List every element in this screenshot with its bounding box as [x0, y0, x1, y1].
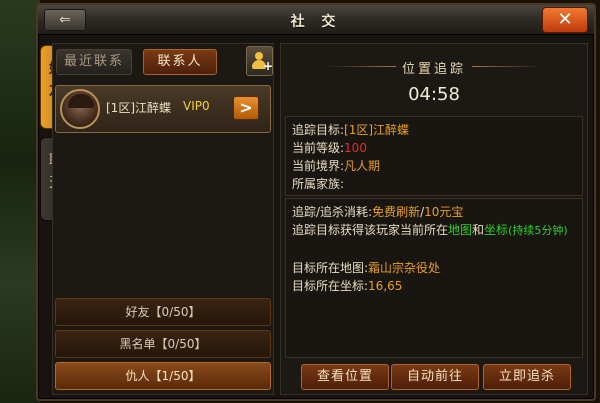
person-icon — [255, 52, 263, 60]
header-divider-left — [326, 66, 396, 67]
view-location-button[interactable]: 查看位置 — [301, 364, 389, 390]
close-button[interactable]: ✕ — [542, 7, 588, 33]
target-value: [1区]江醉蝶 — [344, 123, 410, 137]
level-row: 当前等级:100 — [292, 141, 367, 155]
chase-now-button[interactable]: 立即追杀 — [483, 364, 571, 390]
header-divider-right — [472, 66, 542, 67]
window-title: 社 交 — [290, 14, 342, 30]
level-value: 100 — [344, 141, 367, 155]
contact-row[interactable]: [1区]江醉蝶 VIP0 > — [55, 85, 271, 133]
map-value: 霜山宗杂役处 — [368, 261, 441, 275]
auto-travel-button[interactable]: 自动前往 — [391, 364, 479, 390]
social-window: ⇐ 社 交 ✕ 好友 聊天 最近联系 联系人 + [1区]江醉蝶 VIP0 > … — [36, 3, 596, 401]
add-friend-button[interactable]: + — [246, 46, 273, 76]
map-row: 目标所在地图:霜山宗杂役处 — [292, 261, 441, 275]
target-row: 追踪目标:[1区]江醉蝶 — [292, 123, 410, 137]
tracking-title: 位置追踪 — [401, 62, 466, 77]
background-glow — [0, 250, 30, 310]
tracking-panel: 位置追踪 04:58 追踪目标:[1区]江醉蝶 当前等级:100 当前境界:凡人… — [280, 43, 588, 395]
tracking-timer: 04:58 — [408, 84, 460, 105]
realm-value: 凡人期 — [344, 159, 381, 173]
description-row: 追踪目标获得该玩家当前所在地图和坐标(持续5分钟) — [292, 223, 568, 237]
contacts-panel: 最近联系 联系人 + [1区]江醉蝶 VIP0 > 好友【0/50】 黑名单【0… — [52, 43, 274, 395]
cost-row: 追踪/追杀消耗:免费刷新/10元宝 — [292, 205, 464, 219]
group-friends-button[interactable]: 好友【0/50】 — [55, 298, 271, 326]
contact-arrow-button[interactable]: > — [233, 96, 259, 120]
tab-recent[interactable]: 最近联系 — [56, 49, 132, 75]
group-enemies-button[interactable]: 仇人【1/50】 — [55, 362, 271, 390]
coord-value: 16,65 — [368, 279, 403, 293]
contact-name: [1区]江醉蝶 — [106, 101, 171, 115]
vip-badge: VIP0 — [183, 99, 210, 113]
clan-row: 所属家族: — [292, 177, 345, 191]
title-bar: ⇐ 社 交 ✕ — [38, 5, 594, 35]
game-background — [0, 0, 40, 403]
coord-row: 目标所在坐标:16,65 — [292, 279, 403, 293]
target-info-box: 追踪目标:[1区]江醉蝶 当前等级:100 当前境界:凡人期 所属家族: — [285, 116, 583, 196]
realm-row: 当前境界:凡人期 — [292, 159, 381, 173]
tab-contacts[interactable]: 联系人 — [143, 49, 217, 75]
plus-icon: + — [263, 59, 274, 73]
avatar — [60, 89, 100, 129]
cost-free: 免费刷新 — [372, 205, 421, 219]
cost-gold: 10元宝 — [424, 205, 464, 219]
tracking-detail-box: 追踪/追杀消耗:免费刷新/10元宝 追踪目标获得该玩家当前所在地图和坐标(持续5… — [285, 198, 583, 358]
group-blocklist-button[interactable]: 黑名单【0/50】 — [55, 330, 271, 358]
tracking-header: 位置追踪 — [281, 58, 587, 77]
